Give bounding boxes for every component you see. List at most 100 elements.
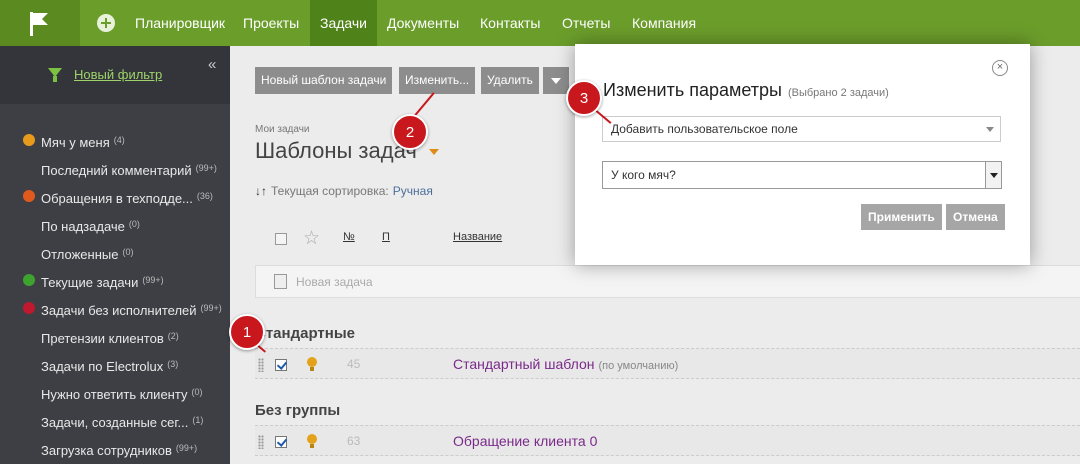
column-header-priority[interactable]: П (382, 231, 390, 243)
sidebar-item[interactable]: Нужно ответить клиенту (0) (0, 378, 230, 406)
sidebar-item-count: (99+) (195, 163, 217, 173)
sidebar-item-label: По надзадаче (41, 219, 125, 234)
top-nav-bar: Планировщик Проекты Задачи Документы Кон… (0, 0, 1080, 46)
row-number: 63 (347, 434, 361, 448)
sidebar-item-text: Претензии клиентов (2) (41, 322, 179, 353)
edit-parameters-dialog: × Изменить параметры (Выбрано 2 задачи) Д… (575, 44, 1030, 265)
sidebar-item-text: Текущие задачи (99+) (41, 266, 164, 297)
priority-bulb-icon (307, 434, 317, 448)
sidebar-item[interactable]: Мяч у меня (4) (0, 126, 230, 154)
sidebar-item-text: Задачи без исполнителей (99+) (41, 294, 222, 325)
breadcrumb[interactable]: Мои задачи (255, 124, 310, 135)
logo[interactable] (0, 0, 80, 46)
sidebar-item[interactable]: Последний комментарий (99+) (0, 154, 230, 182)
row-name-link[interactable]: Обращение клиента 0 (453, 433, 597, 449)
nav-reports[interactable]: Отчеты (562, 0, 610, 46)
table-row[interactable]: 63 Обращение клиента 0 (255, 425, 1080, 456)
sidebar-item[interactable]: Претензии клиентов (2) (0, 322, 230, 350)
select-all-checkbox[interactable] (275, 233, 287, 245)
new-task-placeholder: Новая задача (296, 275, 373, 289)
annotation-badge-3: 3 (566, 80, 602, 116)
sidebar-item-label: Отложенные (41, 247, 119, 262)
row-name[interactable]: Стандартный шаблон (453, 356, 594, 372)
sidebar-item[interactable]: Задачи по Electrolux (3) (0, 350, 230, 378)
sidebar-item-count: (0) (122, 247, 134, 257)
custom-field-select[interactable]: Добавить пользовательское поле (602, 116, 1001, 142)
status-dot-icon (23, 302, 35, 314)
row-number: 45 (347, 357, 361, 371)
sort-icon: ↓↑ (255, 184, 267, 198)
row-note: (по умолчанию) (598, 360, 679, 372)
dialog-title: Изменить параметры (Выбрано 2 задачи) (603, 80, 889, 101)
sidebar-item-count: (1) (192, 415, 204, 425)
sort-value-link[interactable]: Ручная (393, 184, 433, 198)
new-template-button[interactable]: Новый шаблон задачи (255, 67, 393, 94)
new-task-input[interactable]: Новая задача (255, 265, 1080, 298)
sidebar-item-label: Нужно ответить клиенту (41, 387, 188, 402)
collapse-sidebar-icon[interactable]: « (208, 56, 216, 73)
filter-icon (48, 68, 62, 82)
sidebar-item[interactable]: Задачи без исполнителей (99+) (0, 294, 230, 322)
nav-company[interactable]: Компания (632, 0, 696, 46)
title-dropdown-icon[interactable] (429, 149, 439, 155)
sidebar-item[interactable]: Отложенные (0) (0, 238, 230, 266)
apply-button[interactable]: Применить (861, 204, 942, 230)
new-filter-link[interactable]: Новый фильтр (74, 67, 162, 82)
new-task-icon (274, 274, 287, 289)
status-dot-icon (23, 190, 35, 202)
sort-label: Текущая сортировка: (271, 184, 389, 198)
close-icon[interactable]: × (992, 60, 1008, 76)
sidebar-item[interactable]: Загрузка сотрудников (99+) (0, 434, 230, 462)
sidebar-item-count: (36) (196, 191, 213, 201)
nav-tasks[interactable]: Задачи (310, 0, 377, 46)
cancel-button[interactable]: Отмена (946, 204, 1005, 230)
sidebar-item-count: (3) (167, 359, 179, 369)
page-title: Шаблоны задач (255, 138, 417, 163)
column-header-name[interactable]: Название (453, 231, 502, 243)
sidebar-item-label: Последний комментарий (41, 163, 192, 178)
nav-documents[interactable]: Документы (387, 0, 459, 46)
sidebar-item-count: (99+) (200, 303, 222, 313)
sidebar-item-count: (99+) (175, 443, 198, 453)
sidebar-item-count: (4) (113, 135, 125, 145)
nav-contacts[interactable]: Контакты (480, 0, 540, 46)
sidebar-item-label: Текущие задачи (41, 275, 139, 290)
sidebar-item-count: (0) (191, 387, 203, 397)
sidebar-item[interactable]: Задачи, созданные сег... (1) (0, 406, 230, 434)
row-checkbox[interactable] (275, 436, 287, 448)
chevron-down-icon[interactable] (985, 162, 1001, 188)
drag-handle-icon[interactable] (258, 435, 264, 449)
group-title: Без группы (255, 402, 341, 419)
row-checkbox[interactable] (275, 359, 287, 371)
nav-planner[interactable]: Планировщик (135, 0, 225, 46)
annotation-badge-1: 1 (229, 314, 265, 350)
sidebar-item[interactable]: По надзадаче (0) (0, 210, 230, 238)
nav-projects[interactable]: Проекты (243, 0, 299, 46)
sidebar-item-label: Мяч у меня (41, 135, 110, 150)
sidebar-item-label: Претензии клиентов (41, 331, 164, 346)
ball-owner-select[interactable]: У кого мяч? (602, 161, 1002, 189)
sidebar-item-text: По надзадаче (0) (41, 210, 140, 241)
dialog-title-text: Изменить параметры (603, 80, 782, 100)
sidebar-item[interactable]: Текущие задачи (99+) (0, 266, 230, 294)
add-icon[interactable] (97, 14, 115, 32)
delete-button[interactable]: Удалить (481, 67, 539, 94)
sidebar-item-label: Загрузка сотрудников (41, 443, 172, 458)
favorite-star-icon[interactable]: ☆ (303, 227, 320, 250)
sidebar-item-count: (0) (128, 219, 140, 229)
sidebar-item[interactable]: Обращения в техподде... (36) (0, 182, 230, 210)
drag-handle-icon[interactable] (258, 358, 264, 372)
status-dot-icon (23, 274, 35, 286)
sidebar-item-label: Задачи по Electrolux (41, 359, 164, 374)
priority-bulb-icon (307, 357, 317, 371)
row-name-link[interactable]: Стандартный шаблон (по умолчанию) (453, 356, 678, 372)
custom-field-select-value: Добавить пользовательское поле (611, 122, 798, 136)
table-row[interactable]: 45 Стандартный шаблон (по умолчанию) (255, 348, 1080, 379)
group-title: Стандартные (255, 325, 355, 342)
row-name[interactable]: Обращение клиента 0 (453, 433, 597, 449)
sidebar-item-text: Обращения в техподде... (36) (41, 182, 213, 213)
column-header-number[interactable]: № (343, 231, 355, 243)
more-actions-button[interactable] (543, 67, 569, 94)
edit-button[interactable]: Изменить... (399, 67, 476, 94)
sidebar: Новый фильтр « Мяч у меня (4) Последний ко… (0, 46, 230, 464)
